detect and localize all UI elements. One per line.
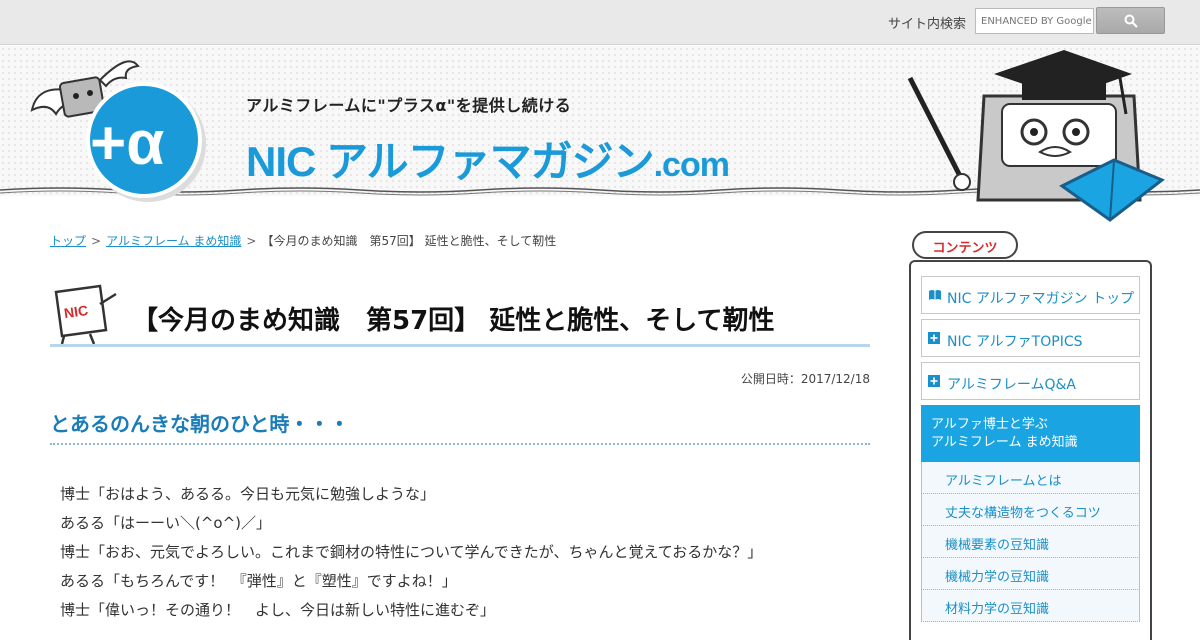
- dialogue-line: 博士「おお、元気でよろしい。これまで鋼材の特性について学んできたが、ちゃんと覚え…: [60, 543, 763, 561]
- plus-box-icon: [928, 332, 940, 344]
- search-input[interactable]: [975, 8, 1094, 34]
- professor-mascot-illustration: [907, 50, 1165, 222]
- sidebar-subitem-label: 丈夫な構造物をつくるコツ: [945, 506, 1101, 521]
- breadcrumb-current: 【今月のまめ知識 第57回】 延性と脆性、そして靭性: [261, 234, 557, 248]
- page-title: 【今月のまめ知識 第57回】 延性と脆性、そして靭性: [132, 306, 775, 336]
- site-tagline: アルミフレームに"プラスα"を提供し続ける: [246, 96, 572, 115]
- sidebar-active-line2: アルミフレーム まめ知識: [931, 435, 1078, 450]
- search-icon: [1124, 14, 1138, 28]
- site-title[interactable]: NIC アルファマガジン.com: [246, 128, 730, 189]
- sidebar-subitem-label: 機械力学の豆知識: [945, 570, 1050, 585]
- plus-box-icon: [928, 375, 940, 387]
- breadcrumb-separator: >: [91, 234, 102, 248]
- sidebar-item-qa[interactable]: アルミフレームQ&A: [921, 362, 1140, 400]
- title-underline: [50, 344, 870, 347]
- section-divider: [50, 443, 870, 445]
- sidebar-item-magazine-top[interactable]: NIC アルファマガジン トップ: [921, 276, 1140, 314]
- sidebar-contents-tab: コンテンツ: [912, 231, 1018, 259]
- sidebar-subitem[interactable]: 機械要素の豆知識: [921, 526, 1140, 558]
- sidebar-item-label: NIC アルファTOPICS: [947, 334, 1083, 350]
- sidebar-item-label: アルミフレームQ&A: [947, 377, 1076, 393]
- book-icon: [929, 290, 941, 300]
- sidebar-subitem-label: アルミフレームとは: [945, 474, 1062, 489]
- site-logo-plus-alpha-icon[interactable]: +α: [28, 52, 240, 202]
- sidebar-active-label: アルファ博士と学ぶ アルミフレーム まめ知識: [931, 416, 1078, 452]
- dialogue-line: あるる「はーーい＼(^o^)／」: [60, 514, 272, 532]
- site-title-name: NIC アルファマガジン: [246, 138, 655, 185]
- publish-date: 公開日時：2017/12/18: [740, 372, 870, 386]
- sidebar-active-line1: アルファ博士と学ぶ: [931, 417, 1048, 432]
- nic-badge-text: NIC: [63, 302, 89, 321]
- sidebar-subitem[interactable]: 丈夫な構造物をつくるコツ: [921, 494, 1140, 526]
- breadcrumb-link-top[interactable]: トップ: [50, 234, 86, 248]
- search-label: サイト内検索: [888, 17, 967, 32]
- dialogue-block: 博士「おはよう、あるる。今日も元気に勉強しような」 あるる「はーーい＼(^o^)…: [60, 484, 762, 629]
- sidebar-item-mame-chishiki-active[interactable]: アルファ博士と学ぶ アルミフレーム まめ知識: [921, 405, 1140, 462]
- sidebar-subitem[interactable]: アルミフレームとは: [921, 462, 1140, 494]
- sidebar-subitem[interactable]: 機械力学の豆知識: [921, 558, 1140, 590]
- nic-robot-title-icon: NIC: [54, 284, 117, 345]
- breadcrumb: トップ > アルミフレーム まめ知識 > 【今月のまめ知識 第57回】 延性と脆性、そし…: [50, 232, 556, 249]
- breadcrumb-separator: >: [246, 234, 257, 248]
- site-title-suffix: .com: [653, 146, 730, 184]
- sidebar-subitem-label: 材料力学の豆知識: [945, 602, 1050, 617]
- sidebar-item-topics[interactable]: NIC アルファTOPICS: [921, 319, 1140, 357]
- sidebar-subitem-label: 機械要素の豆知識: [945, 538, 1050, 553]
- breadcrumb-link-category[interactable]: アルミフレーム まめ知識: [106, 234, 241, 248]
- search-button[interactable]: [1096, 7, 1165, 34]
- dialogue-line: 博士「おはよう、あるる。今日も元気に勉強しような」: [60, 485, 436, 503]
- section-heading: とあるのんきな朝のひと時・・・: [50, 412, 350, 436]
- dialogue-line: 博士「偉いっ！その通り！ よし、今日は新しい特性に進むぞ」: [60, 601, 496, 619]
- sidebar-subitem[interactable]: 材料力学の豆知識: [921, 590, 1140, 622]
- sidebar-item-label: NIC アルファマガジン トップ: [947, 291, 1135, 307]
- sidebar-tab-label: コンテンツ: [932, 241, 998, 256]
- svg-text:+α: +α: [90, 109, 164, 178]
- dialogue-line: あるる「もちろんです！ 『弾性』と『塑性』ですよね！」: [60, 572, 457, 590]
